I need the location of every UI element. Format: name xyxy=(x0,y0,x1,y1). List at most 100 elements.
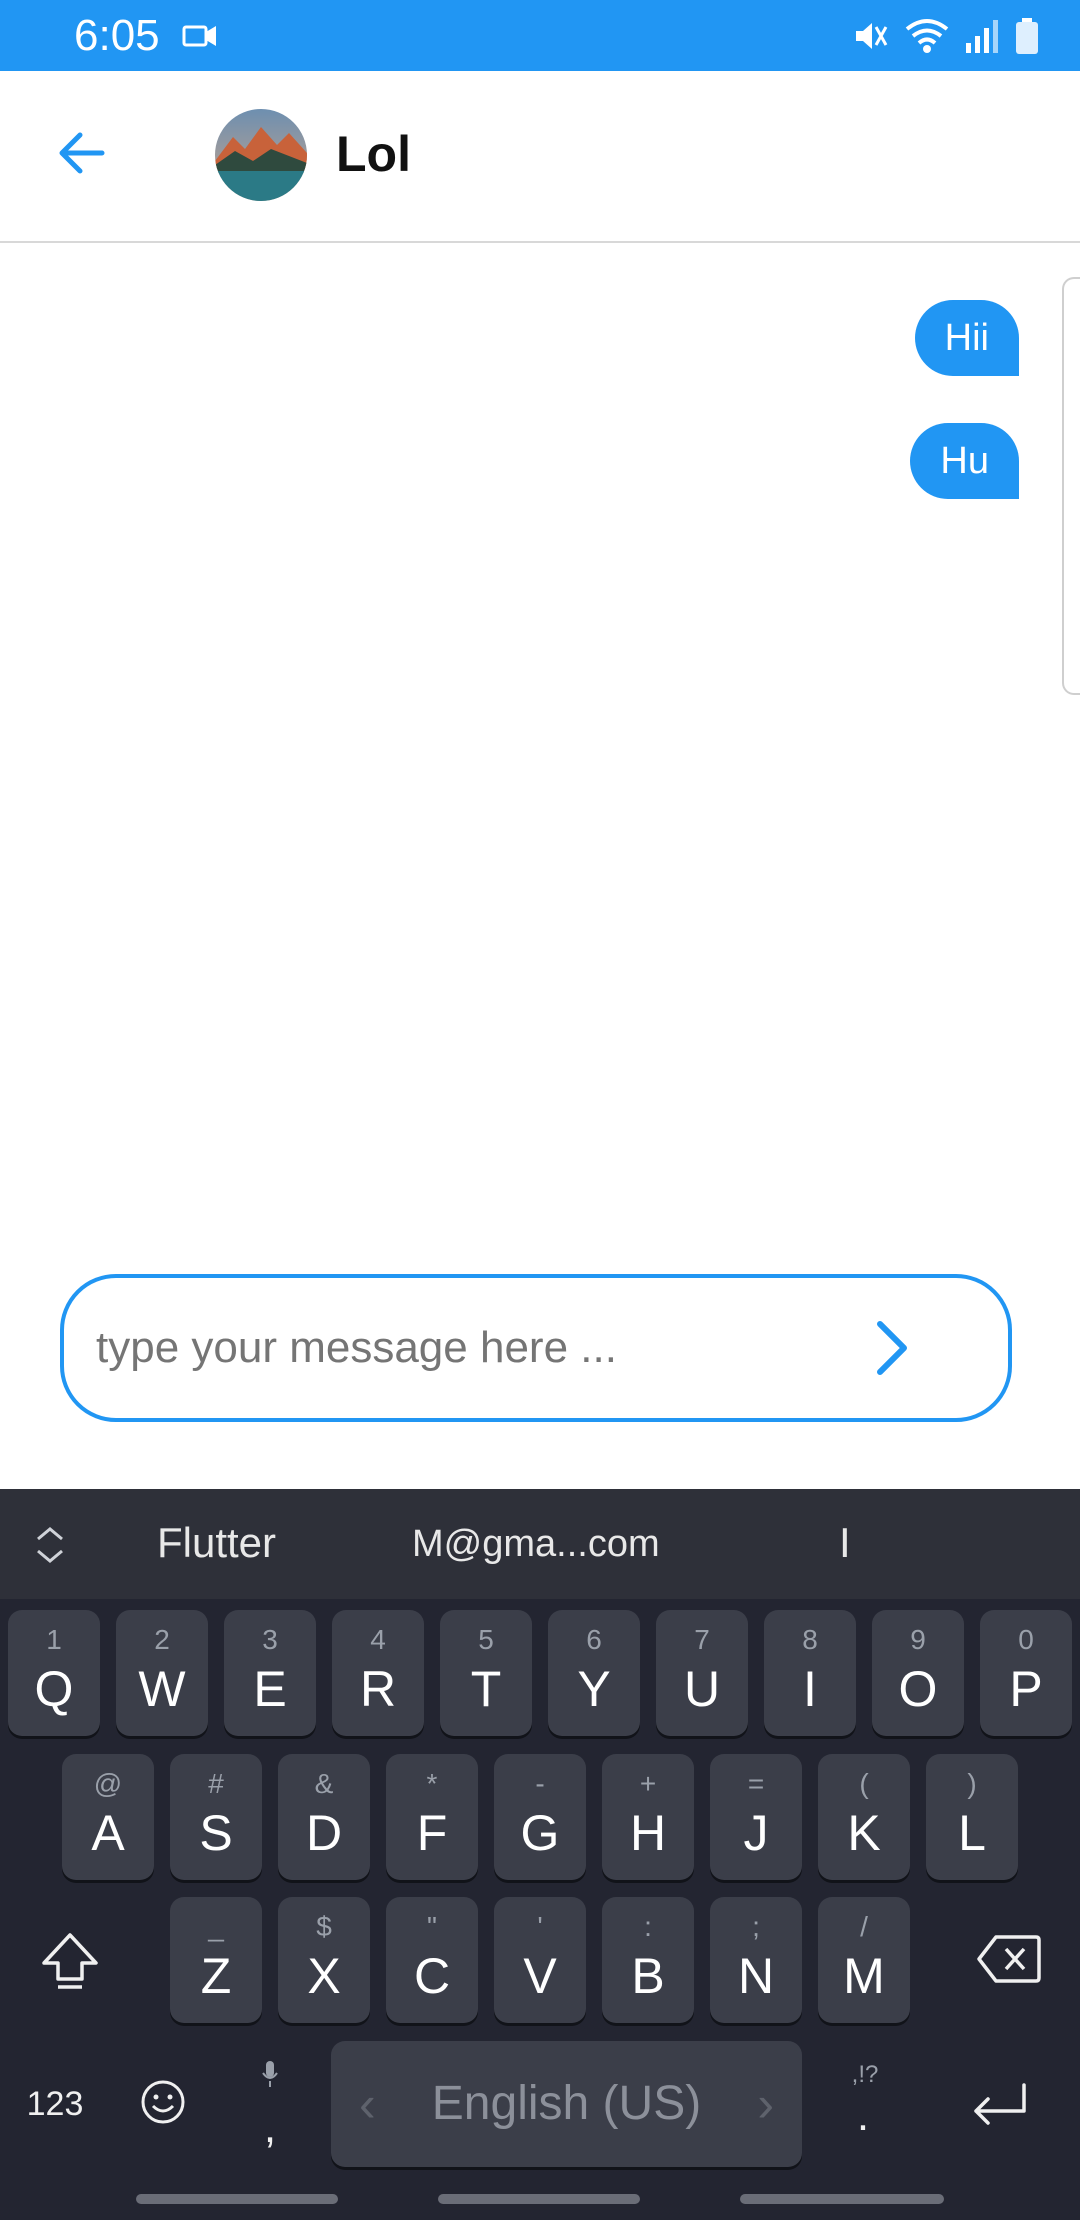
mic-icon xyxy=(262,2061,278,2087)
key-hint: " xyxy=(427,1911,437,1942)
key-label: J xyxy=(743,1805,769,1861)
key-label: Y xyxy=(577,1661,611,1717)
key-c[interactable]: " C xyxy=(386,1897,478,2023)
suggestion-3[interactable]: I xyxy=(839,1519,851,1567)
key-hint: = xyxy=(747,1768,765,1799)
suggestion-1[interactable]: Flutter xyxy=(157,1519,276,1567)
key-label: K xyxy=(847,1805,881,1861)
suggestion-bar: Flutter M@gma...com I xyxy=(0,1489,1080,1599)
enter-icon[interactable] xyxy=(968,2081,1030,2131)
status-time: 6:05 xyxy=(74,11,160,60)
keyboard: Flutter M@gma...com I 1Q 2W 3E 4R 5T 6Y … xyxy=(0,1489,1080,2220)
key-hint: @ xyxy=(93,1768,123,1799)
key-r[interactable]: 4R xyxy=(332,1610,424,1736)
message-bubble[interactable]: Hii xyxy=(914,300,1019,376)
key-label: W xyxy=(138,1661,186,1717)
key-label: Q xyxy=(34,1661,74,1717)
key-hint: 8 xyxy=(802,1624,818,1655)
key-d[interactable]: & D xyxy=(278,1754,370,1880)
key-hint: 7 xyxy=(694,1624,710,1655)
battery-icon xyxy=(1016,18,1038,54)
key-label: P xyxy=(1009,1661,1043,1717)
key-hint: 3 xyxy=(262,1624,278,1655)
key-b[interactable]: :B xyxy=(602,1897,694,2023)
numbers-key[interactable]: 123 xyxy=(20,2085,90,2124)
key-label: E xyxy=(253,1661,287,1717)
message-list[interactable]: Hii Hu xyxy=(0,243,1080,1243)
key-hint: ( xyxy=(859,1768,869,1799)
key-hint: * xyxy=(426,1768,438,1799)
key-v[interactable]: ' V xyxy=(494,1897,586,2023)
key-x[interactable]: $ X xyxy=(278,1897,370,2023)
shift-icon[interactable] xyxy=(38,1929,102,1993)
key-h[interactable]: + H xyxy=(602,1754,694,1880)
status-icons xyxy=(852,16,1040,56)
message-bubble[interactable]: Hu xyxy=(910,423,1019,499)
nav-handle xyxy=(438,2194,640,2204)
nav-handle xyxy=(136,2194,338,2204)
key-z[interactable]: _ Z xyxy=(170,1897,262,2023)
key-label: I xyxy=(803,1661,817,1717)
key-o[interactable]: 9O xyxy=(872,1610,964,1736)
key-y[interactable]: 6Y xyxy=(548,1610,640,1736)
message-composer xyxy=(60,1274,1012,1422)
key-hint: ) xyxy=(967,1768,977,1799)
key-label: T xyxy=(470,1661,502,1717)
comma-key[interactable]: , xyxy=(250,2103,290,2153)
key-label: R xyxy=(359,1661,397,1717)
nav-handle xyxy=(740,2194,944,2204)
scrollbar[interactable] xyxy=(1062,277,1080,695)
key-g[interactable]: -G xyxy=(494,1754,586,1880)
chevron-left-icon: ‹ xyxy=(359,2076,376,2132)
avatar[interactable] xyxy=(215,109,307,201)
suggestion-2[interactable]: M@gma...com xyxy=(412,1523,660,1566)
message-input[interactable] xyxy=(94,1316,858,1380)
key-hint: $ xyxy=(316,1911,332,1942)
avatar-image xyxy=(215,109,307,201)
key-label: L xyxy=(958,1805,986,1861)
key-q[interactable]: 1Q xyxy=(8,1610,100,1736)
key-hint: 1 xyxy=(46,1624,62,1655)
key-n[interactable]: ; N xyxy=(710,1897,802,2023)
key-label: C xyxy=(413,1948,451,2004)
key-hint: 4 xyxy=(370,1624,386,1655)
key-w[interactable]: 2W xyxy=(116,1610,208,1736)
key-f[interactable]: * F xyxy=(386,1754,478,1880)
video-icon xyxy=(182,25,216,47)
key-label: X xyxy=(307,1948,341,2004)
key-s[interactable]: # S xyxy=(170,1754,262,1880)
key-hint: 9 xyxy=(910,1624,926,1655)
key-t[interactable]: 5T xyxy=(440,1610,532,1736)
key-hint: 5 xyxy=(478,1624,494,1655)
key-hint: 0 xyxy=(1018,1624,1034,1655)
space-key[interactable]: ‹ English (US) › xyxy=(331,2041,802,2167)
key-i[interactable]: 8I xyxy=(764,1610,856,1736)
key-label: A xyxy=(91,1805,125,1861)
chevron-right-icon: › xyxy=(757,2076,774,2132)
key-p[interactable]: 0P xyxy=(980,1610,1072,1736)
key-label: G xyxy=(520,1805,560,1861)
key-a[interactable]: @ A xyxy=(62,1754,154,1880)
key-l[interactable]: ) L xyxy=(926,1754,1018,1880)
key-e[interactable]: 3E xyxy=(224,1610,316,1736)
key-hint: / xyxy=(860,1911,868,1942)
space-label: English (US) xyxy=(431,2077,702,2130)
emoji-icon[interactable] xyxy=(140,2079,186,2125)
chevron-right-icon[interactable] xyxy=(860,1316,924,1380)
key-m[interactable]: / M xyxy=(818,1897,910,2023)
period-key[interactable]: . xyxy=(848,2091,878,2141)
key-hint: + xyxy=(639,1768,657,1799)
chat-title: Lol xyxy=(336,126,411,182)
key-label: O xyxy=(898,1661,938,1717)
key-j[interactable]: = J xyxy=(710,1754,802,1880)
key-k[interactable]: (K xyxy=(818,1754,910,1880)
backspace-icon[interactable] xyxy=(976,1933,1042,1985)
key-label: B xyxy=(631,1948,665,2004)
arrow-back-icon[interactable] xyxy=(52,123,112,183)
key-label: M xyxy=(843,1948,885,2004)
key-hint: _ xyxy=(208,1911,224,1942)
key-label: S xyxy=(199,1805,233,1861)
key-hint: 6 xyxy=(586,1624,602,1655)
key-u[interactable]: 7U xyxy=(656,1610,748,1736)
expand-toggle-icon[interactable] xyxy=(30,1523,70,1567)
